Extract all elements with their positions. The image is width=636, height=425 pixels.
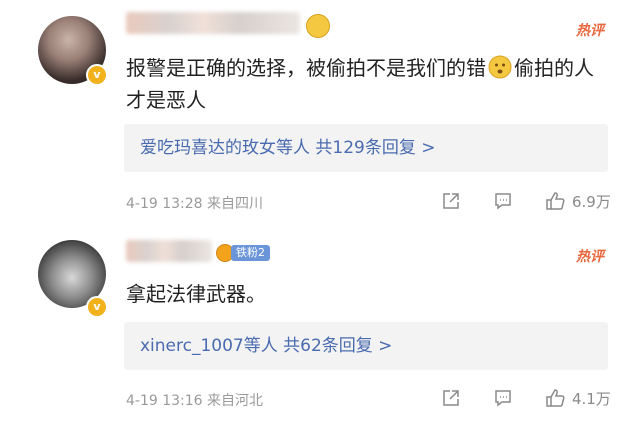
hot-comment-label: 热评 xyxy=(576,23,604,39)
like-icon xyxy=(546,389,565,407)
like-count: 6.9万 xyxy=(572,192,611,211)
comment-source: 来自河北 xyxy=(207,393,264,409)
hot-comment-label: 热评 xyxy=(576,249,604,265)
like-button[interactable]: 6.9万 xyxy=(544,190,611,212)
comment-icon[interactable] xyxy=(492,190,514,212)
emoji-icon xyxy=(488,55,512,79)
comment-meta: 4-19 13:28 来自四川 xyxy=(126,193,263,213)
comment-source: 来自四川 xyxy=(207,196,264,212)
comment-item: v 热评 报警是正确的选择，被偷拍不是我们的错 偷拍的人才是恶人 爱吃玛喜达的玫女… xyxy=(0,0,636,212)
share-icon[interactable] xyxy=(440,190,462,212)
comment-actions: 4.1万 xyxy=(440,387,611,409)
username-blurred[interactable] xyxy=(126,12,300,34)
replies-link[interactable]: 爱吃玛喜达的玫女等人 共129条回复 > xyxy=(124,124,608,172)
username-blurred[interactable] xyxy=(126,240,212,262)
replies-link[interactable]: xinerc_1007等人 共62条回复 > xyxy=(124,322,608,370)
like-count: 4.1万 xyxy=(572,389,611,408)
comment-text-part1: 报警是正确的选择，被偷拍不是我们的错 xyxy=(126,56,486,80)
comment-item: v 铁粉2 热评 拿起法律武器。 xinerc_1007等人 共62条回复 > … xyxy=(0,212,636,425)
like-button[interactable]: 4.1万 xyxy=(544,387,611,409)
comment-text: 拿起法律武器。 xyxy=(126,282,266,306)
verified-badge-icon: v xyxy=(86,64,108,86)
fan-medal-label: 铁粉2 xyxy=(231,245,270,261)
emoji-icon xyxy=(306,14,330,38)
comment-time: 4-19 13:16 xyxy=(126,393,203,409)
comment-icon[interactable] xyxy=(492,387,514,409)
comment-meta: 4-19 13:16 来自河北 xyxy=(126,390,263,410)
like-icon xyxy=(546,192,565,210)
share-icon[interactable] xyxy=(440,387,462,409)
fan-medal: 铁粉2 xyxy=(216,244,270,262)
comment-time: 4-19 13:28 xyxy=(126,196,203,212)
comment-actions: 6.9万 xyxy=(440,190,611,212)
verified-badge-icon: v xyxy=(86,296,108,318)
comment-text: 报警是正确的选择，被偷拍不是我们的错 偷拍的人才是恶人 xyxy=(126,52,606,116)
